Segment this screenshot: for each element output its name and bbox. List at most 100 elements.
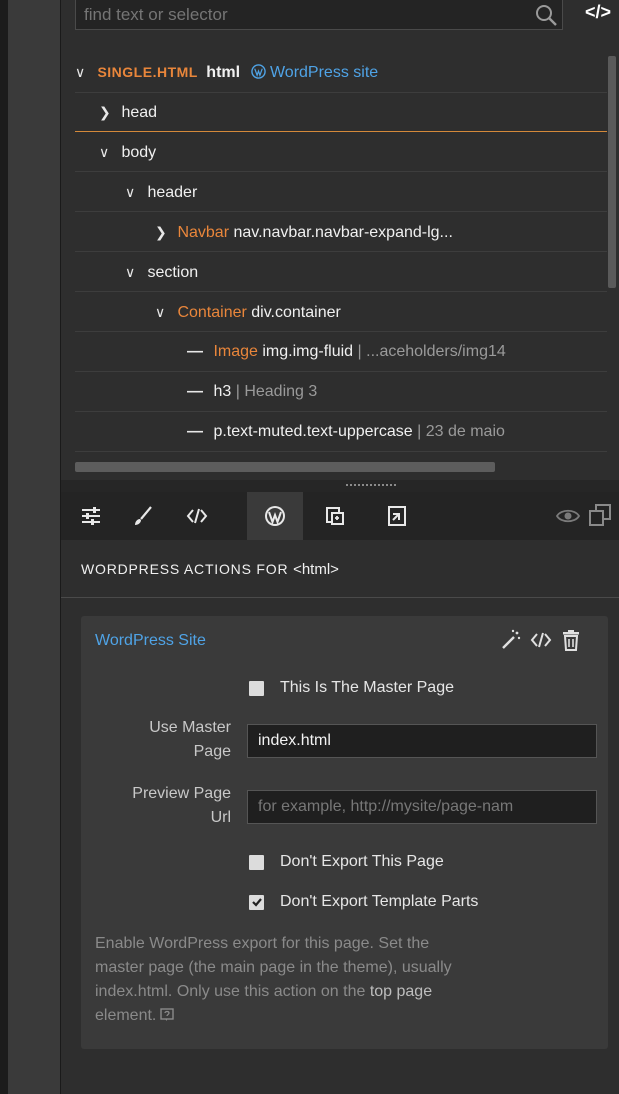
code-icon[interactable] xyxy=(529,628,553,652)
component-icon xyxy=(326,507,344,525)
tab-components[interactable] xyxy=(311,492,359,540)
master-page-input[interactable]: index.html xyxy=(247,724,597,758)
section-title: WORDPRESS ACTIONS FOR xyxy=(81,561,289,577)
tree-row-root[interactable]: ∨ SINGLE.HTML html WordPress site xyxy=(75,52,607,93)
master-page-checkbox-row[interactable]: This Is The Master Page xyxy=(249,674,454,702)
tag-label: div.container xyxy=(251,304,341,321)
tree-row-h3[interactable]: — h3 | Heading 3 xyxy=(75,372,607,412)
eye-icon[interactable] xyxy=(555,504,581,528)
brush-icon xyxy=(135,506,152,525)
dont-export-parts-checkbox[interactable] xyxy=(249,894,264,910)
component-label: Container xyxy=(177,304,247,321)
help-line: index.html. Only use this action on the … xyxy=(95,980,573,1004)
chevron-down-icon[interactable]: ∨ xyxy=(75,52,93,92)
tag-label: p.text-muted.text-uppercase xyxy=(213,423,413,440)
wordpress-icon xyxy=(250,64,266,79)
wordpress-badge: WordPress site xyxy=(250,64,379,81)
card-title[interactable]: WordPress Site xyxy=(95,632,206,650)
tag-extra: 23 de maio xyxy=(425,423,505,440)
tag-label: nav.navbar.navbar-expand-lg... xyxy=(233,224,453,241)
leaf-dash-icon: — xyxy=(187,383,203,400)
search-icon[interactable] xyxy=(533,2,559,28)
canvas-gutter xyxy=(8,0,61,1094)
component-label: Navbar xyxy=(177,224,230,241)
checkmark-icon xyxy=(251,898,262,907)
help-icon[interactable] xyxy=(160,1008,175,1022)
dont-export-parts-row[interactable]: Don't Export Template Parts xyxy=(249,888,478,916)
wordpress-icon xyxy=(265,506,285,526)
leaf-dash-icon: — xyxy=(187,423,203,440)
tree-row-container[interactable]: ∨ Container div.container xyxy=(75,292,607,332)
separator: | xyxy=(235,383,240,400)
separator: | xyxy=(417,423,422,440)
tree-row-header[interactable]: ∨ header xyxy=(75,172,607,212)
inspector-tabbar xyxy=(61,492,619,540)
inspector-panel: </> ∨ SINGLE.HTML html WordPress site ❯ … xyxy=(61,0,619,1094)
tag-label: head xyxy=(121,104,158,121)
tab-export[interactable] xyxy=(373,492,421,540)
trash-icon[interactable] xyxy=(559,628,583,652)
master-page-label: This Is The Master Page xyxy=(280,679,454,696)
sliders-icon xyxy=(82,507,100,525)
help-text: Enable WordPress export for this page. S… xyxy=(95,932,573,1028)
chevron-down-icon[interactable]: ∨ xyxy=(125,252,143,291)
section-header: WORDPRESS ACTIONS FOR <html> xyxy=(61,540,619,598)
component-label: Image xyxy=(213,343,258,360)
code-view-icon[interactable]: </> xyxy=(585,2,611,23)
tab-style[interactable] xyxy=(119,492,167,540)
tag-extra: ...aceholders/img14 xyxy=(366,343,506,360)
preview-url-input[interactable]: for example, http://mysite/page-nam xyxy=(247,790,597,824)
chevron-down-icon[interactable]: ∨ xyxy=(155,292,173,331)
chevron-right-icon[interactable]: ❯ xyxy=(155,212,173,251)
tag-label: img.img-fluid xyxy=(262,343,354,360)
code-icon xyxy=(186,508,208,524)
tab-wordpress[interactable] xyxy=(247,492,303,540)
panel-splitter[interactable] xyxy=(61,480,619,492)
splitter-grip-icon[interactable] xyxy=(346,484,396,488)
tag-label: section xyxy=(147,264,199,281)
search-input[interactable] xyxy=(75,0,563,30)
tree-horizontal-scrollbar[interactable] xyxy=(75,462,495,472)
wordpress-site-action-card: WordPress Site This Is The Master Page U… xyxy=(81,616,608,1049)
tree-row-image[interactable]: — Image img.img-fluid | ...aceholders/im… xyxy=(75,332,607,372)
wordpress-badge-text: WordPress site xyxy=(269,64,379,81)
tree-row-navbar[interactable]: ❯ Navbar nav.navbar.navbar-expand-lg... xyxy=(75,212,607,252)
help-line: element. xyxy=(95,1004,573,1028)
tree-row-section[interactable]: ∨ section xyxy=(75,252,607,292)
dont-export-page-label: Don't Export This Page xyxy=(280,853,444,870)
help-line-part: element. xyxy=(95,1007,157,1024)
detach-panel-icon[interactable] xyxy=(587,502,613,528)
tag-label: h3 xyxy=(213,383,232,400)
page-name: SINGLE.HTML xyxy=(97,64,198,80)
master-page-checkbox[interactable] xyxy=(249,680,264,696)
tree-row-body[interactable]: ∨ body xyxy=(75,132,607,172)
tag-extra: Heading 3 xyxy=(244,383,318,400)
tag-label: html xyxy=(206,64,241,81)
section-element: <html> xyxy=(293,561,339,578)
label-line: Page xyxy=(193,743,231,760)
dont-export-parts-label: Don't Export Template Parts xyxy=(280,893,479,910)
help-line-part: index.html. Only use this action on the xyxy=(95,983,370,1000)
dom-tree: ∨ SINGLE.HTML html WordPress site ❯ head… xyxy=(75,52,607,460)
tag-label: header xyxy=(147,184,198,201)
dont-export-page-row[interactable]: Don't Export This Page xyxy=(249,848,444,876)
search-bar: </> xyxy=(75,0,615,36)
tree-row-p[interactable]: — p.text-muted.text-uppercase | 23 de ma… xyxy=(75,412,607,452)
chevron-right-icon[interactable]: ❯ xyxy=(99,92,117,131)
help-emphasis: top page xyxy=(369,983,433,1000)
use-master-page-label: Use Master Page xyxy=(95,716,231,764)
tab-code[interactable] xyxy=(173,492,221,540)
preview-url-label: Preview Page Url xyxy=(95,782,231,830)
tab-properties[interactable] xyxy=(67,492,115,540)
magic-wand-icon[interactable] xyxy=(499,628,523,652)
chevron-down-icon[interactable]: ∨ xyxy=(125,172,143,211)
export-icon xyxy=(388,506,406,526)
tag-label: body xyxy=(121,144,157,161)
tree-row-head[interactable]: ❯ head xyxy=(75,92,607,132)
dont-export-page-checkbox[interactable] xyxy=(249,854,264,870)
help-line: master page (the main page in the theme)… xyxy=(95,959,452,976)
outer-edge xyxy=(0,0,8,1094)
label-line: Use Master xyxy=(149,719,231,736)
tree-vertical-scrollbar[interactable] xyxy=(608,56,616,288)
chevron-down-icon[interactable]: ∨ xyxy=(99,132,117,171)
